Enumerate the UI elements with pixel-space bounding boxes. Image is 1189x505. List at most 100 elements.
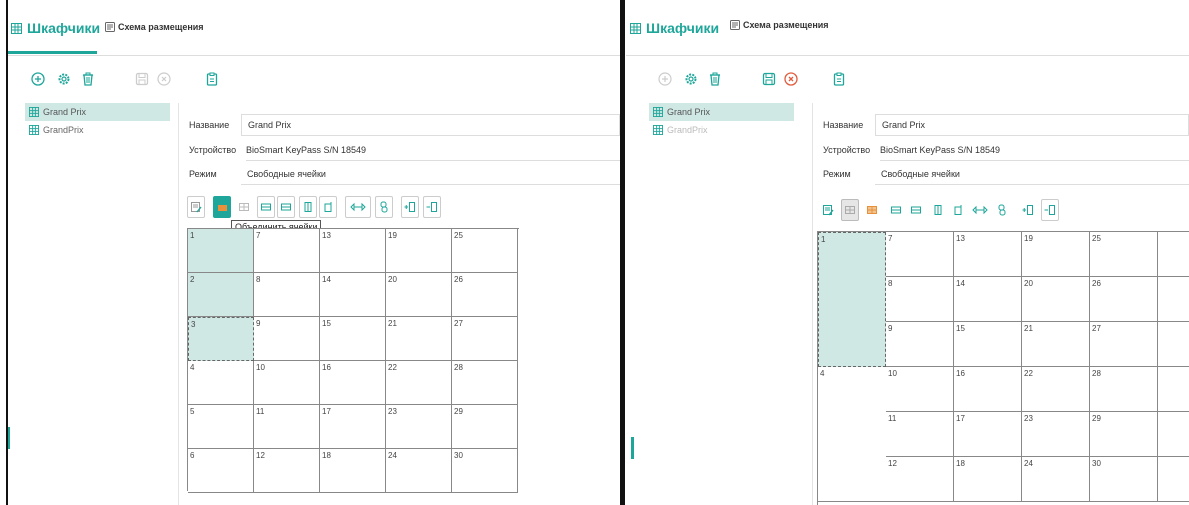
locker-cell[interactable]: 19 — [1022, 232, 1090, 277]
remove-cell-button[interactable] — [423, 196, 441, 218]
locker-cell[interactable]: 1 — [188, 229, 254, 273]
split-cells-button[interactable] — [235, 196, 253, 218]
locker-cell[interactable]: 21 — [1022, 322, 1090, 367]
tab-lockers[interactable]: Шкафчики — [11, 20, 100, 54]
locker-cell[interactable]: 4 — [188, 361, 254, 405]
locker-cell[interactable]: 14 — [320, 273, 386, 317]
locker-cell[interactable]: 1 — [818, 232, 886, 367]
locker-cell[interactable]: 4 — [818, 367, 886, 502]
settings-button[interactable] — [55, 70, 73, 88]
locker-cell[interactable]: 15 — [954, 322, 1022, 367]
locker-cell[interactable]: 17 — [954, 412, 1022, 457]
locker-cell[interactable]: 16 — [320, 361, 386, 405]
locker-cell[interactable]: 24 — [1022, 457, 1090, 502]
merge-cells-button[interactable] — [841, 199, 859, 221]
locker-cell[interactable]: 13 — [320, 229, 386, 273]
locker-cell[interactable]: 9 — [254, 317, 320, 361]
tree-item-grandprix[interactable]: GrandPrix — [649, 121, 794, 139]
locker-cell[interactable] — [1158, 322, 1189, 367]
tree-item-grand-prix[interactable]: Grand Prix — [649, 103, 794, 121]
locker-cell[interactable]: 6 — [188, 449, 254, 493]
locker-cell[interactable]: 24 — [386, 449, 452, 493]
tree-item-grandprix[interactable]: GrandPrix — [25, 121, 170, 139]
remove-column-button[interactable] — [949, 199, 967, 221]
cancel-button[interactable] — [782, 70, 800, 88]
locker-cell[interactable]: 10 — [254, 361, 320, 405]
mode-field[interactable]: Свободные ячейки — [875, 164, 1189, 185]
locker-cell[interactable] — [1158, 457, 1189, 502]
add-button[interactable] — [656, 70, 674, 88]
locker-cell[interactable]: 8 — [886, 277, 954, 322]
remove-row-button[interactable] — [277, 196, 295, 218]
add-row-button[interactable] — [257, 196, 275, 218]
locker-cell[interactable]: 16 — [954, 367, 1022, 412]
delete-button[interactable] — [706, 70, 724, 88]
locker-cell[interactable]: 25 — [452, 229, 518, 273]
locker-cell[interactable]: 21 — [386, 317, 452, 361]
settings-button[interactable] — [682, 70, 700, 88]
add-cell-button[interactable] — [401, 196, 419, 218]
locker-cell[interactable]: 20 — [386, 273, 452, 317]
remove-cell-button[interactable] — [1041, 199, 1059, 221]
add-row-button[interactable] — [887, 199, 905, 221]
locker-cell[interactable]: 18 — [320, 449, 386, 493]
locker-cell[interactable]: 25 — [1090, 232, 1158, 277]
locker-cell[interactable]: 2 — [188, 273, 254, 317]
merge-cells-button[interactable] — [213, 196, 231, 218]
locker-cell[interactable] — [1158, 277, 1189, 322]
locker-cell[interactable]: 12 — [886, 457, 954, 502]
mode-field[interactable]: Свободные ячейки — [241, 164, 620, 185]
locker-cell[interactable]: 27 — [452, 317, 518, 361]
locker-cell[interactable]: 17 — [320, 405, 386, 449]
locker-cell[interactable]: 28 — [452, 361, 518, 405]
locker-cell[interactable]: 14 — [954, 277, 1022, 322]
locker-cell[interactable]: 30 — [1090, 457, 1158, 502]
delete-button[interactable] — [79, 70, 97, 88]
locker-cell[interactable]: 22 — [1022, 367, 1090, 412]
cancel-button[interactable] — [155, 70, 173, 88]
locker-cell[interactable]: 15 — [320, 317, 386, 361]
device-field[interactable]: BioSmart KeyPass S/N 18549 — [880, 140, 1189, 161]
name-field[interactable]: Grand Prix — [241, 114, 620, 136]
locker-cell[interactable]: 23 — [1022, 412, 1090, 457]
locker-cell[interactable]: 22 — [386, 361, 452, 405]
locker-cell[interactable] — [1158, 367, 1189, 412]
swap-button[interactable] — [969, 199, 991, 221]
locker-cell[interactable]: 13 — [954, 232, 1022, 277]
name-field[interactable]: Grand Prix — [875, 114, 1189, 136]
split-cells-button[interactable] — [863, 199, 881, 221]
locker-cell[interactable]: 26 — [1090, 277, 1158, 322]
locker-cell[interactable]: 12 — [254, 449, 320, 493]
locker-cell[interactable]: 5 — [188, 405, 254, 449]
locker-cell[interactable]: 7 — [254, 229, 320, 273]
locker-cell[interactable]: 3 — [188, 317, 254, 361]
clipboard-button[interactable] — [830, 70, 848, 88]
locker-cell[interactable]: 27 — [1090, 322, 1158, 367]
edit-cells-button[interactable] — [819, 199, 837, 221]
locker-cell[interactable]: 30 — [452, 449, 518, 493]
locker-cell[interactable]: 7 — [886, 232, 954, 277]
add-column-button[interactable] — [929, 199, 947, 221]
tab-lockers[interactable]: Шкафчики — [630, 20, 719, 54]
save-button[interactable] — [133, 70, 151, 88]
clipboard-button[interactable] — [203, 70, 221, 88]
remove-row-button[interactable] — [907, 199, 925, 221]
link-button[interactable] — [375, 196, 393, 218]
add-column-button[interactable] — [299, 196, 317, 218]
remove-column-button[interactable] — [319, 196, 337, 218]
locker-cell[interactable]: 11 — [254, 405, 320, 449]
locker-cell[interactable]: 18 — [954, 457, 1022, 502]
locker-cell[interactable]: 29 — [452, 405, 518, 449]
locker-cell[interactable]: 9 — [886, 322, 954, 367]
locker-cell[interactable]: 28 — [1090, 367, 1158, 412]
link-button[interactable] — [993, 199, 1011, 221]
locker-cell[interactable]: 29 — [1090, 412, 1158, 457]
locker-cell[interactable]: 19 — [386, 229, 452, 273]
locker-cell[interactable] — [1158, 412, 1189, 457]
locker-cell[interactable]: 10 — [886, 367, 954, 412]
save-button[interactable] — [760, 70, 778, 88]
device-field[interactable]: BioSmart KeyPass S/N 18549 — [246, 140, 620, 161]
locker-cell[interactable]: 23 — [386, 405, 452, 449]
locker-cell[interactable]: 26 — [452, 273, 518, 317]
tree-item-grand-prix[interactable]: Grand Prix — [25, 103, 170, 121]
